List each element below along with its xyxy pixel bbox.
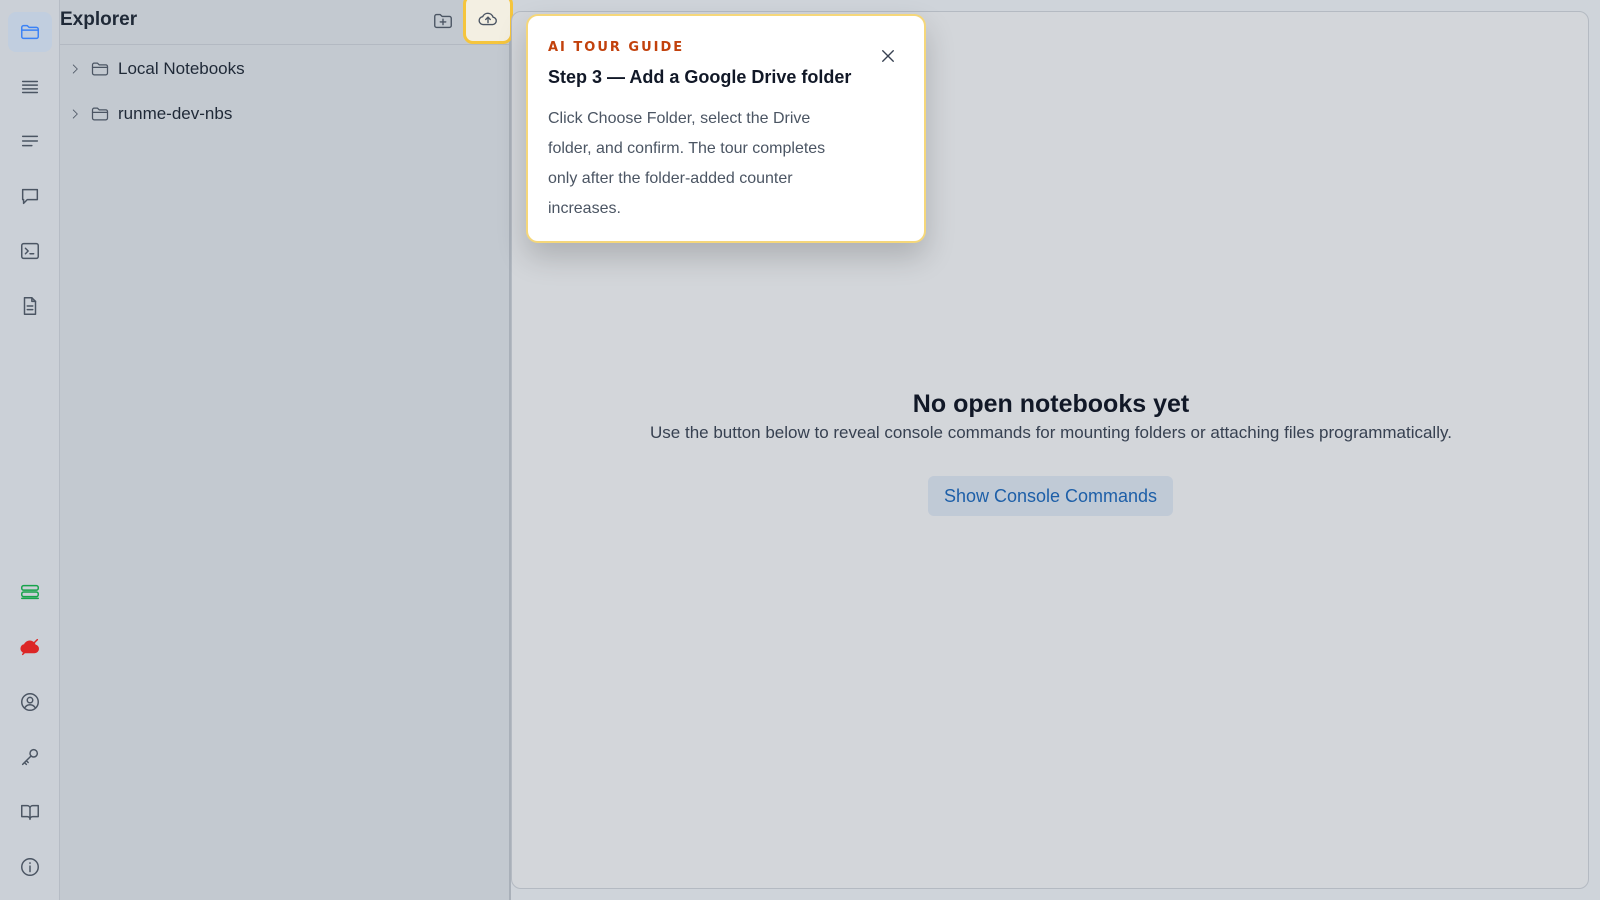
add-drive-folder-button[interactable] xyxy=(463,0,513,44)
folder-icon xyxy=(21,24,39,40)
list-icon xyxy=(21,80,39,94)
cloud-upload-icon xyxy=(478,12,497,26)
cloud-off-rail-button[interactable] xyxy=(8,627,52,667)
key-icon xyxy=(21,748,39,766)
account-rail-button[interactable] xyxy=(8,682,52,722)
tour-eyebrow: AI TOUR GUIDE xyxy=(548,40,685,55)
info-rail-button[interactable] xyxy=(8,847,52,887)
lines-icon xyxy=(21,135,39,147)
explorer-rail-button[interactable] xyxy=(8,12,52,52)
outline-rail-button[interactable] xyxy=(8,121,52,161)
chevron-right-icon xyxy=(72,64,78,74)
folder-icon xyxy=(91,62,109,76)
tour-step-body: Click Choose Folder, select the Drive fo… xyxy=(548,110,826,217)
chat-icon xyxy=(21,188,39,205)
book-icon xyxy=(21,804,39,821)
user-circle-icon xyxy=(21,693,39,711)
keys-rail-button[interactable] xyxy=(8,737,52,777)
empty-state-subtitle: Use the button below to reveal console c… xyxy=(650,423,1452,442)
new-folder-button[interactable] xyxy=(425,4,461,38)
tree-item-label: Local Notebooks xyxy=(118,59,245,78)
chat-rail-button[interactable] xyxy=(8,176,52,216)
close-icon xyxy=(882,50,894,62)
explorer-header: Explorer xyxy=(60,0,513,45)
document-rail-button[interactable] xyxy=(8,286,52,326)
storage-rail-button[interactable] xyxy=(8,572,52,612)
explorer-title: Explorer xyxy=(60,9,138,30)
tree-item-label: runme-dev-nbs xyxy=(118,104,233,123)
tree-item-runme-dev-nbs[interactable]: runme-dev-nbs xyxy=(68,99,232,129)
terminal-icon xyxy=(21,242,39,260)
activity-rail xyxy=(0,0,60,900)
folder-icon xyxy=(91,107,109,121)
terminal-rail-button[interactable] xyxy=(8,231,52,271)
tour-close-button[interactable] xyxy=(874,42,902,70)
tour-guide-popover: AI TOUR GUIDE Step 3 — Add a Google Driv… xyxy=(526,14,926,243)
document-icon xyxy=(23,297,37,315)
info-icon xyxy=(21,858,39,876)
storage-icon xyxy=(21,584,39,600)
list-rail-button[interactable] xyxy=(8,67,52,107)
show-console-commands-button[interactable]: Show Console Commands xyxy=(928,476,1173,516)
empty-state-title: No open notebooks yet xyxy=(912,390,1190,418)
docs-rail-button[interactable] xyxy=(8,792,52,832)
chevron-right-icon xyxy=(72,109,78,119)
tree-item-local-notebooks[interactable]: Local Notebooks xyxy=(68,54,245,84)
tour-step-title: Step 3 — Add a Google Drive folder xyxy=(548,67,852,87)
explorer-panel: Explorer Local Notebooks runme-dev-nbs xyxy=(60,0,513,900)
folder-plus-icon xyxy=(434,13,452,29)
cloud-off-icon xyxy=(20,638,39,656)
